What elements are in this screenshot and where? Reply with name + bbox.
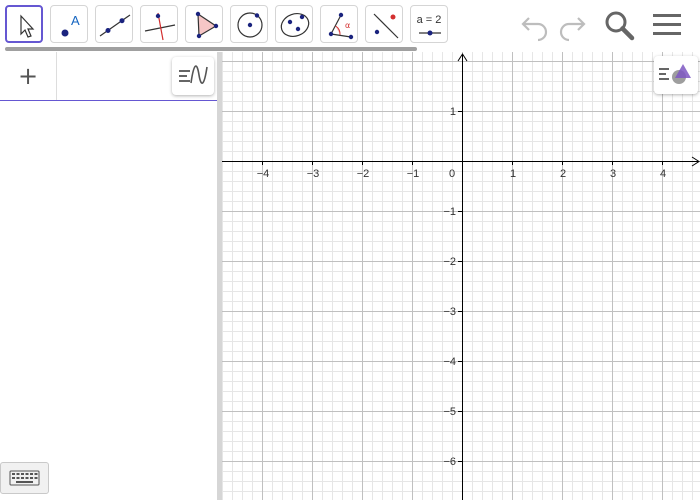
line-tool-button[interactable] [95, 5, 133, 43]
x-tick-label: 4 [660, 168, 666, 180]
ellipse-tool-button[interactable] [275, 5, 313, 43]
graphics-view[interactable]: −4 −3 −2 −1 0 1 2 3 4 1 −1 −2 −3 −4 −5 −6 [222, 52, 700, 500]
x-tick-label: 0 [449, 168, 455, 180]
plus-icon[interactable]: + [18, 62, 38, 90]
point-tool-button[interactable]: A [50, 5, 88, 43]
keyboard-button[interactable] [0, 462, 49, 494]
coordinate-grid: −4 −3 −2 −1 0 1 2 3 4 1 −1 −2 −3 −4 −5 −6 [222, 52, 700, 500]
angle-icon: α [328, 12, 354, 40]
toolbar: A α a = 2 [0, 0, 700, 52]
x-tick-label: −1 [407, 168, 420, 180]
x-tick-label: 3 [610, 168, 616, 180]
y-tick-label: −1 [443, 206, 456, 218]
svg-text:α: α [345, 21, 350, 30]
x-tick-label: −4 [257, 168, 270, 180]
hamburger-menu-icon[interactable] [650, 8, 684, 42]
keyboard-icon [9, 470, 40, 486]
y-tick-label: −4 [443, 356, 456, 368]
algebra-view-menu-button[interactable] [172, 57, 214, 95]
axes [222, 53, 700, 500]
x-tick-label: 1 [510, 168, 516, 180]
perpendicular-line-icon [144, 12, 176, 41]
graphics-style-icon [659, 64, 691, 84]
ellipse-icon [280, 13, 310, 37]
slider-tool-button[interactable]: a = 2 [410, 5, 448, 43]
minor-grid-lines [222, 52, 700, 500]
input-row-divider [56, 52, 57, 100]
toolbar-scrollbar[interactable] [5, 47, 417, 51]
point-icon: A [61, 13, 80, 37]
reflect-tool-button[interactable] [365, 5, 403, 43]
move-tool-button[interactable] [5, 5, 43, 43]
perpendicular-tool-button[interactable] [140, 5, 178, 43]
reflect-line-icon [373, 13, 399, 39]
y-tick-label: −3 [443, 306, 456, 318]
y-tick-label: −5 [443, 406, 456, 418]
polygon-tool-button[interactable] [185, 5, 223, 43]
x-tick-label: −3 [307, 168, 320, 180]
line-through-points-icon [99, 14, 131, 37]
slider-icon [419, 30, 441, 36]
x-tick-label: 2 [560, 168, 566, 180]
svg-text:A: A [71, 13, 80, 28]
cursor-arrow-icon [20, 14, 35, 38]
graphics-style-button[interactable] [654, 56, 698, 94]
polygon-icon [195, 11, 219, 39]
y-tick-label: −6 [443, 456, 456, 468]
x-axis-tick-labels: −4 −3 −2 −1 0 1 2 3 4 [257, 168, 666, 180]
major-grid-lines [222, 52, 700, 500]
algebra-view-menu-icon [179, 65, 208, 84]
undo-icon[interactable] [518, 8, 552, 42]
algebra-view: + [0, 52, 217, 500]
y-tick-label: 1 [450, 106, 456, 118]
circle-tool-button[interactable] [230, 5, 268, 43]
search-icon[interactable] [602, 8, 636, 42]
x-tick-label: −2 [357, 168, 370, 180]
y-tick-label: −2 [443, 256, 456, 268]
angle-tool-button[interactable]: α [320, 5, 358, 43]
algebra-input-row[interactable]: + [0, 52, 217, 101]
circle-center-point-icon [237, 12, 263, 38]
redo-icon[interactable] [555, 8, 589, 42]
y-axis-tick-labels: 1 −1 −2 −3 −4 −5 −6 [443, 106, 456, 468]
